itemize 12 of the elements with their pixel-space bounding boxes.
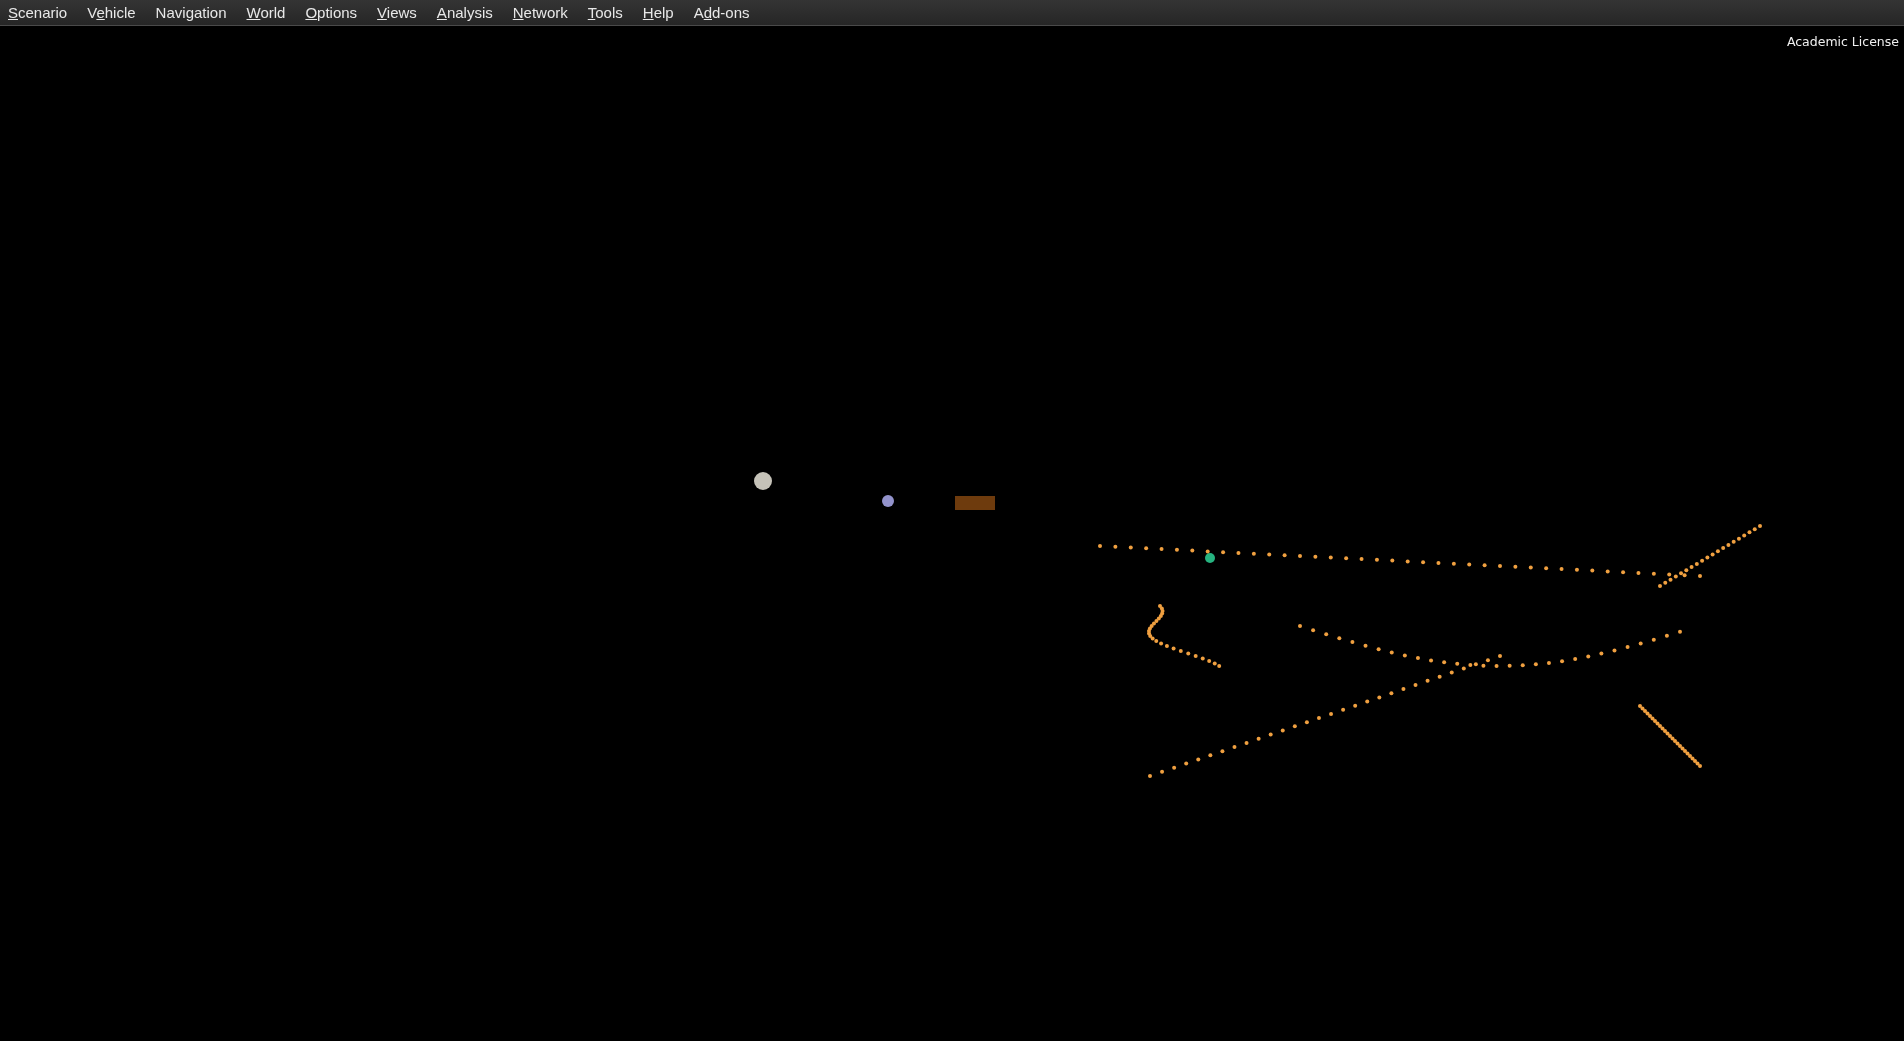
menu-item[interactable]: Scenario: [2, 2, 74, 23]
menu-item[interactable]: Help: [636, 2, 680, 23]
menu-item[interactable]: Network: [506, 2, 574, 23]
menu-item[interactable]: World: [240, 2, 292, 23]
menu-item[interactable]: Vehicle: [81, 2, 142, 23]
menu-item[interactable]: Views: [371, 2, 423, 23]
menu-item[interactable]: Options: [299, 2, 364, 23]
menu-item[interactable]: Navigation: [149, 2, 233, 23]
license-label: Academic License: [1786, 34, 1899, 49]
menu-item[interactable]: Analysis: [430, 2, 499, 23]
menu-item[interactable]: Add-ons: [687, 2, 756, 23]
menu-item[interactable]: Tools: [581, 2, 629, 23]
